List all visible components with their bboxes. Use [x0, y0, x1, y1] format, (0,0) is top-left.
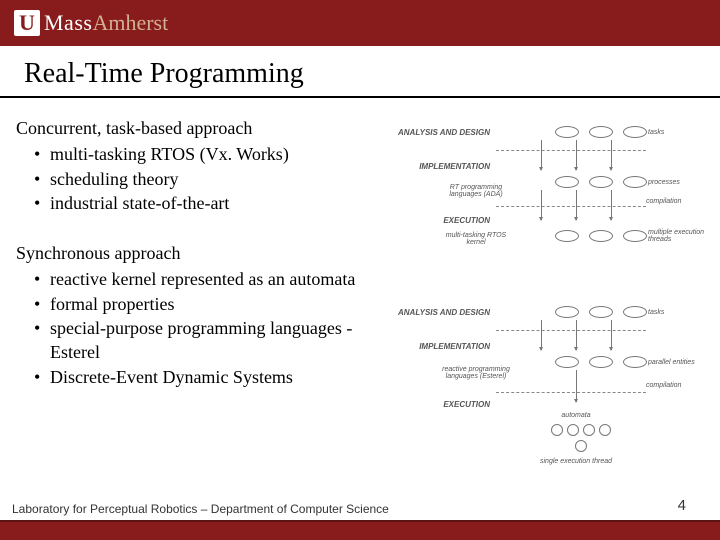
diag-label: EXECUTION: [396, 400, 496, 409]
text-column: Concurrent, task-based approach multi-ta…: [16, 116, 386, 480]
diag-side: parallel entities: [648, 359, 706, 366]
diagram-synchronous: ANALYSIS AND DESIGN tasks IMPLEMENTATION…: [396, 300, 706, 480]
section2-bullets: reactive kernel represented as an automa…: [16, 267, 386, 388]
section1-bullets: multi-tasking RTOS (Vx. Works) schedulin…: [16, 142, 386, 215]
diag-sub: automata: [546, 412, 606, 419]
logo-mass-text: Mass: [44, 10, 92, 36]
diag-sub: multi-tasking RTOS kernel: [444, 232, 508, 246]
logo-u-badge: U: [14, 10, 40, 36]
diagram-concurrent: ANALYSIS AND DESIGN tasks IMPLEMENTATION…: [396, 120, 706, 270]
bullet: multi-tasking RTOS (Vx. Works): [50, 142, 386, 166]
diag-sub: RT programming languages (ADA): [446, 184, 506, 198]
diag-sub: single execution thread: [536, 458, 616, 465]
diag-label: EXECUTION: [396, 216, 496, 225]
umass-logo: U Mass Amherst: [14, 10, 168, 36]
diag-side: compilation: [646, 198, 696, 205]
diagram-column: ANALYSIS AND DESIGN tasks IMPLEMENTATION…: [396, 116, 706, 480]
diag-label: IMPLEMENTATION: [396, 162, 496, 171]
diag-label: ANALYSIS AND DESIGN: [396, 308, 496, 317]
bullet: industrial state-of-the-art: [50, 191, 386, 215]
bullet: special-purpose programming languages - …: [50, 316, 386, 365]
content-area: Concurrent, task-based approach multi-ta…: [0, 116, 720, 480]
diag-sub: reactive programming languages (Esterel): [440, 366, 512, 380]
footer-text: Laboratory for Perceptual Robotics – Dep…: [0, 498, 720, 520]
header-bar: U Mass Amherst: [0, 0, 720, 46]
diag-side: tasks: [648, 309, 706, 316]
slide-title: Real-Time Programming: [0, 46, 720, 98]
automata-graph: [546, 424, 616, 452]
bullet: Discrete-Event Dynamic Systems: [50, 365, 386, 389]
page-number: 4: [678, 497, 686, 514]
bullet: formal properties: [50, 292, 386, 316]
diag-label: ANALYSIS AND DESIGN: [396, 128, 496, 137]
diag-side: processes: [648, 179, 706, 186]
diag-side: multiple execution threads: [648, 229, 706, 243]
diag-side: compilation: [646, 382, 696, 389]
section1-head: Concurrent, task-based approach: [16, 116, 386, 140]
footer-bar: [0, 520, 720, 540]
logo-amherst-text: Amherst: [92, 10, 168, 36]
bullet: reactive kernel represented as an automa…: [50, 267, 386, 291]
footer: Laboratory for Perceptual Robotics – Dep…: [0, 498, 720, 540]
diag-side: tasks: [648, 129, 706, 136]
bullet: scheduling theory: [50, 167, 386, 191]
section2-head: Synchronous approach: [16, 241, 386, 265]
diag-label: IMPLEMENTATION: [396, 342, 496, 351]
